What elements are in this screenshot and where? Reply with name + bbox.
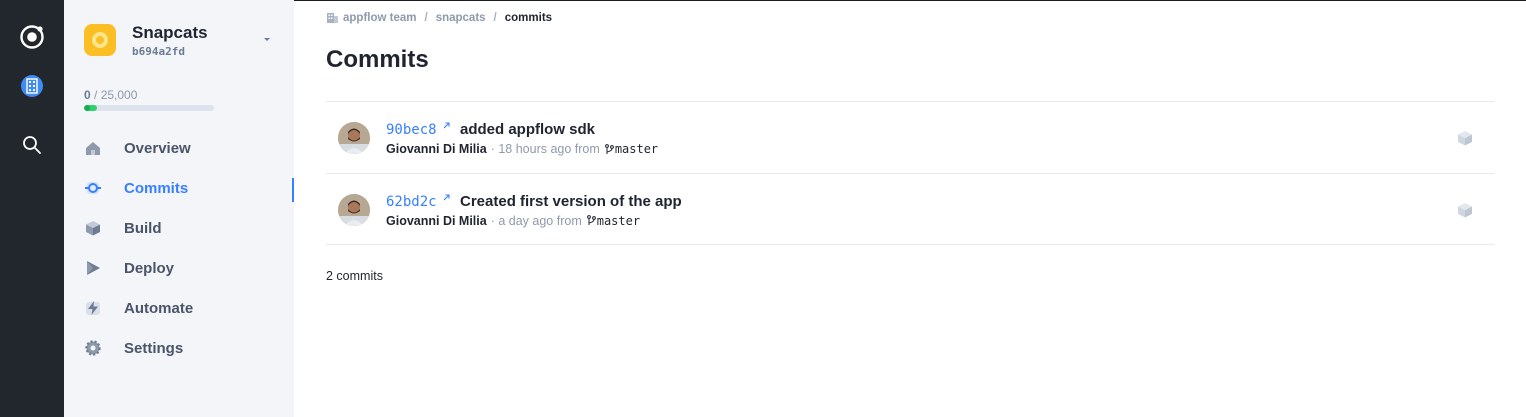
commit-time: · 18 hours ago from [490,142,600,156]
app-rail [0,0,64,417]
commit-row: 90bec8 added appflow sdk Giovanni Di Mil… [326,102,1494,174]
sidebar-item-deploy[interactable]: Deploy [64,248,294,288]
sidebar-item-settings[interactable]: Settings [64,328,294,368]
avatar [338,193,370,226]
ionic-logo-icon[interactable] [19,24,45,50]
external-link-icon[interactable] [442,121,451,130]
sidebar-item-label: Settings [124,339,184,357]
usage-fill-start [84,105,90,111]
commit-author: Giovanni Di Milia [386,213,487,228]
commit-sha-link[interactable]: 62bd2c [386,194,437,210]
sidebar-item-commits[interactable]: Commits [64,168,294,208]
commit-count: 2 commits [326,269,383,283]
home-icon [84,139,102,157]
cube-icon[interactable] [1456,129,1474,147]
commit-meta: Giovanni Di Milia · 18 hours ago from ma… [386,142,658,156]
commit-message: Created first version of the app [460,192,682,210]
breadcrumb-separator: / [493,11,497,24]
usage-bar [84,105,214,111]
branch-icon [604,143,614,154]
building-icon [327,13,338,23]
sidebar-nav: Overview Commits Build Deploy Automate S… [64,128,294,368]
sidebar-item-automate[interactable]: Automate [64,288,294,328]
app-icon[interactable] [84,24,116,56]
commit-row: 62bd2c Created first version of the app … [326,174,1494,245]
commit-author: Giovanni Di Milia [386,142,487,156]
branch-icon [586,215,596,225]
commit-icon [84,179,102,197]
sidebar-item-label: Deploy [124,259,175,277]
avatar [338,122,370,154]
commit-branch[interactable]: master [615,142,658,156]
bolt-icon [84,299,102,317]
sidebar-item-build[interactable]: Build [64,208,294,248]
chevron-down-icon[interactable] [262,34,272,44]
sidebar-item-label: Commits [124,179,189,197]
deploy-icon [84,259,102,277]
org-avatar[interactable] [21,75,43,97]
sidebar-item-label: Automate [124,299,194,317]
app-id: b694a2fd [132,45,185,58]
sidebar-item-label: Overview [124,139,191,157]
usage-total: / 25,000 [90,88,138,102]
sidebar-item-label: Build [124,219,162,237]
cube-icon[interactable] [1456,201,1474,219]
breadcrumb-current: commits [504,11,553,24]
app-name[interactable]: Snapcats [132,23,208,43]
gear-icon [84,339,102,357]
external-link-icon[interactable] [442,193,451,202]
commit-time: · a day ago from [490,213,582,228]
page-title: Commits [326,46,429,73]
main-content: appflow team / snapcats / commits Commit… [294,0,1526,417]
usage-counter: 0 / 25,000 [84,88,137,102]
commit-meta: Giovanni Di Milia · a day ago from maste… [386,214,640,228]
cube-icon [84,219,102,237]
usage-used: 0 [84,88,91,102]
breadcrumb-app[interactable]: snapcats [436,12,486,24]
building-icon [26,78,38,94]
commit-branch[interactable]: master [597,214,640,228]
search-icon[interactable] [22,135,42,155]
commit-message: added appflow sdk [460,121,596,138]
sidebar-item-overview[interactable]: Overview [64,128,294,168]
commit-list: 90bec8 added appflow sdk Giovanni Di Mil… [326,101,1494,245]
breadcrumb-team[interactable]: appflow team [343,12,416,24]
breadcrumb: appflow team / snapcats / commits [326,11,552,24]
sidebar: Snapcats b694a2fd 0 / 25,000 Overview Co… [64,0,294,417]
breadcrumb-separator: / [424,11,428,24]
commit-sha-link[interactable]: 90bec8 [386,122,437,138]
